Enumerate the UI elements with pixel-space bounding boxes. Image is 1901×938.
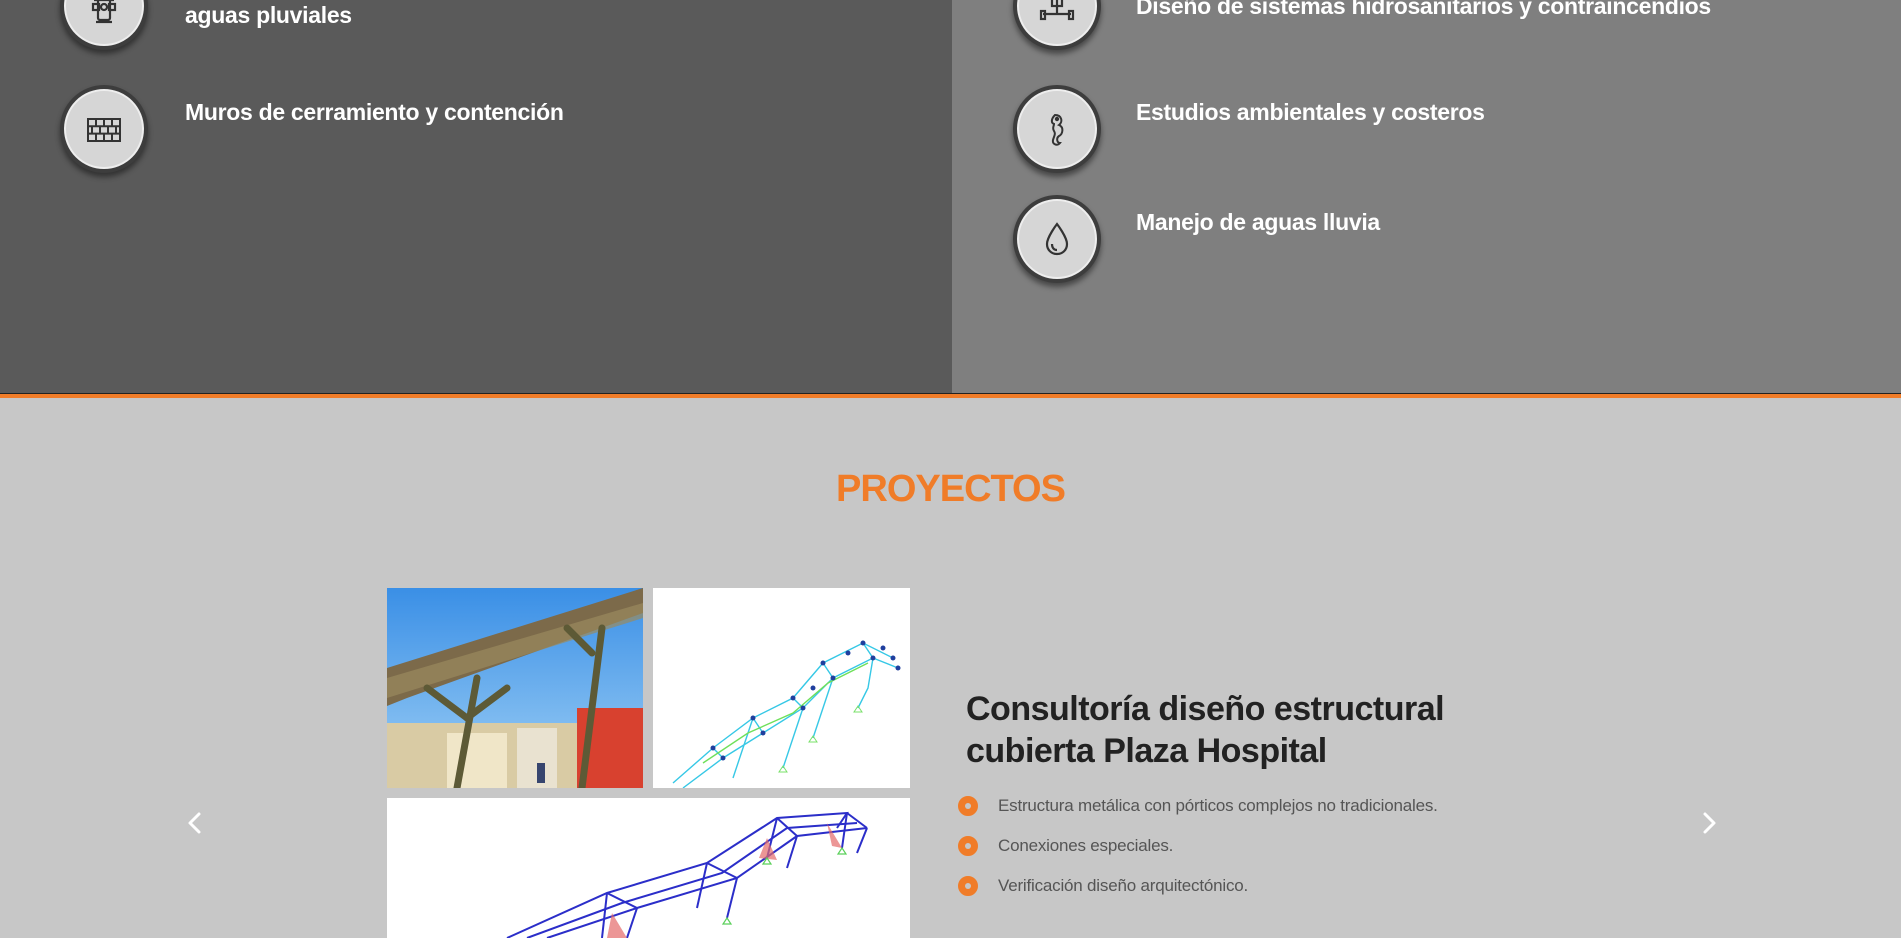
services-column-left: aguas pluviales Muros de cerramiento y c… [0,0,952,394]
water-drop-icon [1013,195,1101,283]
brick-wall-icon [60,85,148,173]
service-label-environmental: Estudios ambientales y costeros [1136,99,1485,125]
service-label-rainwater: Manejo de aguas lluvia [1136,209,1380,235]
bullet-icon [958,876,978,896]
fire-hydrant-icon [60,0,148,50]
chevron-right-icon [1703,812,1716,834]
project-photo-frame-model [387,798,910,938]
bullet-icon [958,796,978,816]
carousel-next-button[interactable] [1697,808,1721,838]
project-title: Consultoría diseño estructural cubierta … [966,690,1445,770]
seahorse-icon [1013,85,1101,173]
services-column-right: Diseño de sistemas hidrosanitarios y con… [952,0,1901,394]
project-feature-list: Estructura metálica con pórticos complej… [958,786,1438,906]
project-photo-canopy [387,588,643,788]
section-divider [0,394,1901,398]
feature-text: Conexiones especiales. [998,836,1174,855]
service-label-hydrosanitary: Diseño de sistemas hidrosanitarios y con… [1136,0,1711,19]
services-section: aguas pluviales Muros de cerramiento y c… [0,0,1901,394]
service-label-stormwater: aguas pluviales [185,2,352,28]
carousel-prev-button[interactable] [183,808,207,838]
service-label-walls: Muros de cerramiento y contención [185,99,564,125]
bullet-icon [958,836,978,856]
list-item: Conexiones especiales. [958,826,1438,866]
feature-text: Verificación diseño arquitectónico. [998,876,1249,895]
pipe-valve-icon [1013,0,1101,50]
projects-section-title: PROYECTOS [836,468,1066,510]
feature-text: Estructura metálica con pórticos complej… [998,796,1438,815]
list-item: Estructura metálica con pórticos complej… [958,786,1438,826]
list-item: Verificación diseño arquitectónico. [958,866,1438,906]
chevron-left-icon [188,812,201,834]
project-photo-structural-model [653,588,910,788]
